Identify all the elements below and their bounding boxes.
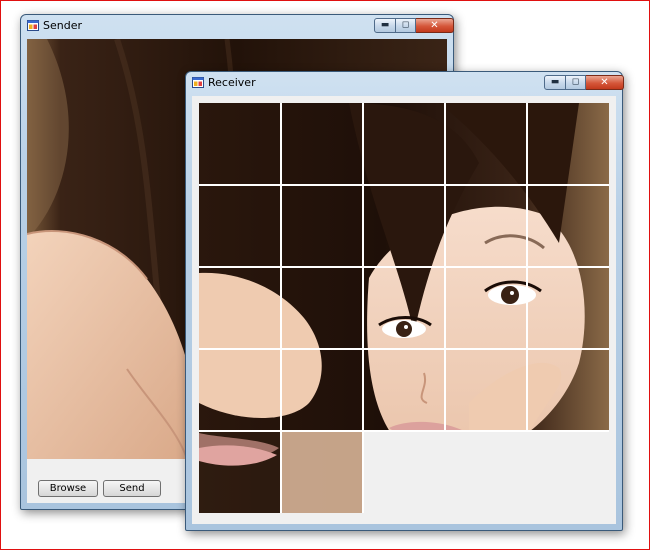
receiver-tile-grid bbox=[199, 103, 609, 513]
close-icon: ✕ bbox=[600, 76, 609, 88]
maximize-icon: ◻ bbox=[401, 20, 410, 30]
receiver-photo bbox=[199, 103, 609, 513]
receiver-client-area bbox=[192, 96, 616, 524]
sender-title: Sender bbox=[43, 19, 82, 32]
receiver-window[interactable]: Receiver ▬ ◻ ✕ bbox=[185, 71, 624, 531]
maximize-button[interactable]: ◻ bbox=[566, 75, 586, 90]
close-button[interactable]: ✕ bbox=[416, 18, 454, 33]
minimize-icon: ▬ bbox=[550, 77, 560, 87]
close-button[interactable]: ✕ bbox=[586, 75, 624, 90]
receiver-window-controls: ▬ ◻ ✕ bbox=[544, 75, 624, 90]
minimize-button[interactable]: ▬ bbox=[374, 18, 396, 33]
app-window-icon bbox=[192, 77, 204, 88]
receiver-titlebar[interactable]: Receiver ▬ ◻ ✕ bbox=[186, 72, 624, 94]
app-window-icon bbox=[27, 20, 39, 31]
maximize-icon: ◻ bbox=[571, 77, 580, 87]
send-button[interactable]: Send bbox=[103, 480, 161, 497]
maximize-button[interactable]: ◻ bbox=[396, 18, 416, 33]
minimize-icon: ▬ bbox=[380, 20, 390, 30]
browse-button[interactable]: Browse bbox=[38, 480, 98, 497]
minimize-button[interactable]: ▬ bbox=[544, 75, 566, 90]
sender-window-controls: ▬ ◻ ✕ bbox=[374, 18, 454, 33]
receiver-title: Receiver bbox=[208, 76, 256, 89]
close-icon: ✕ bbox=[430, 19, 439, 31]
sender-titlebar[interactable]: Sender ▬ ◻ ✕ bbox=[21, 15, 454, 37]
